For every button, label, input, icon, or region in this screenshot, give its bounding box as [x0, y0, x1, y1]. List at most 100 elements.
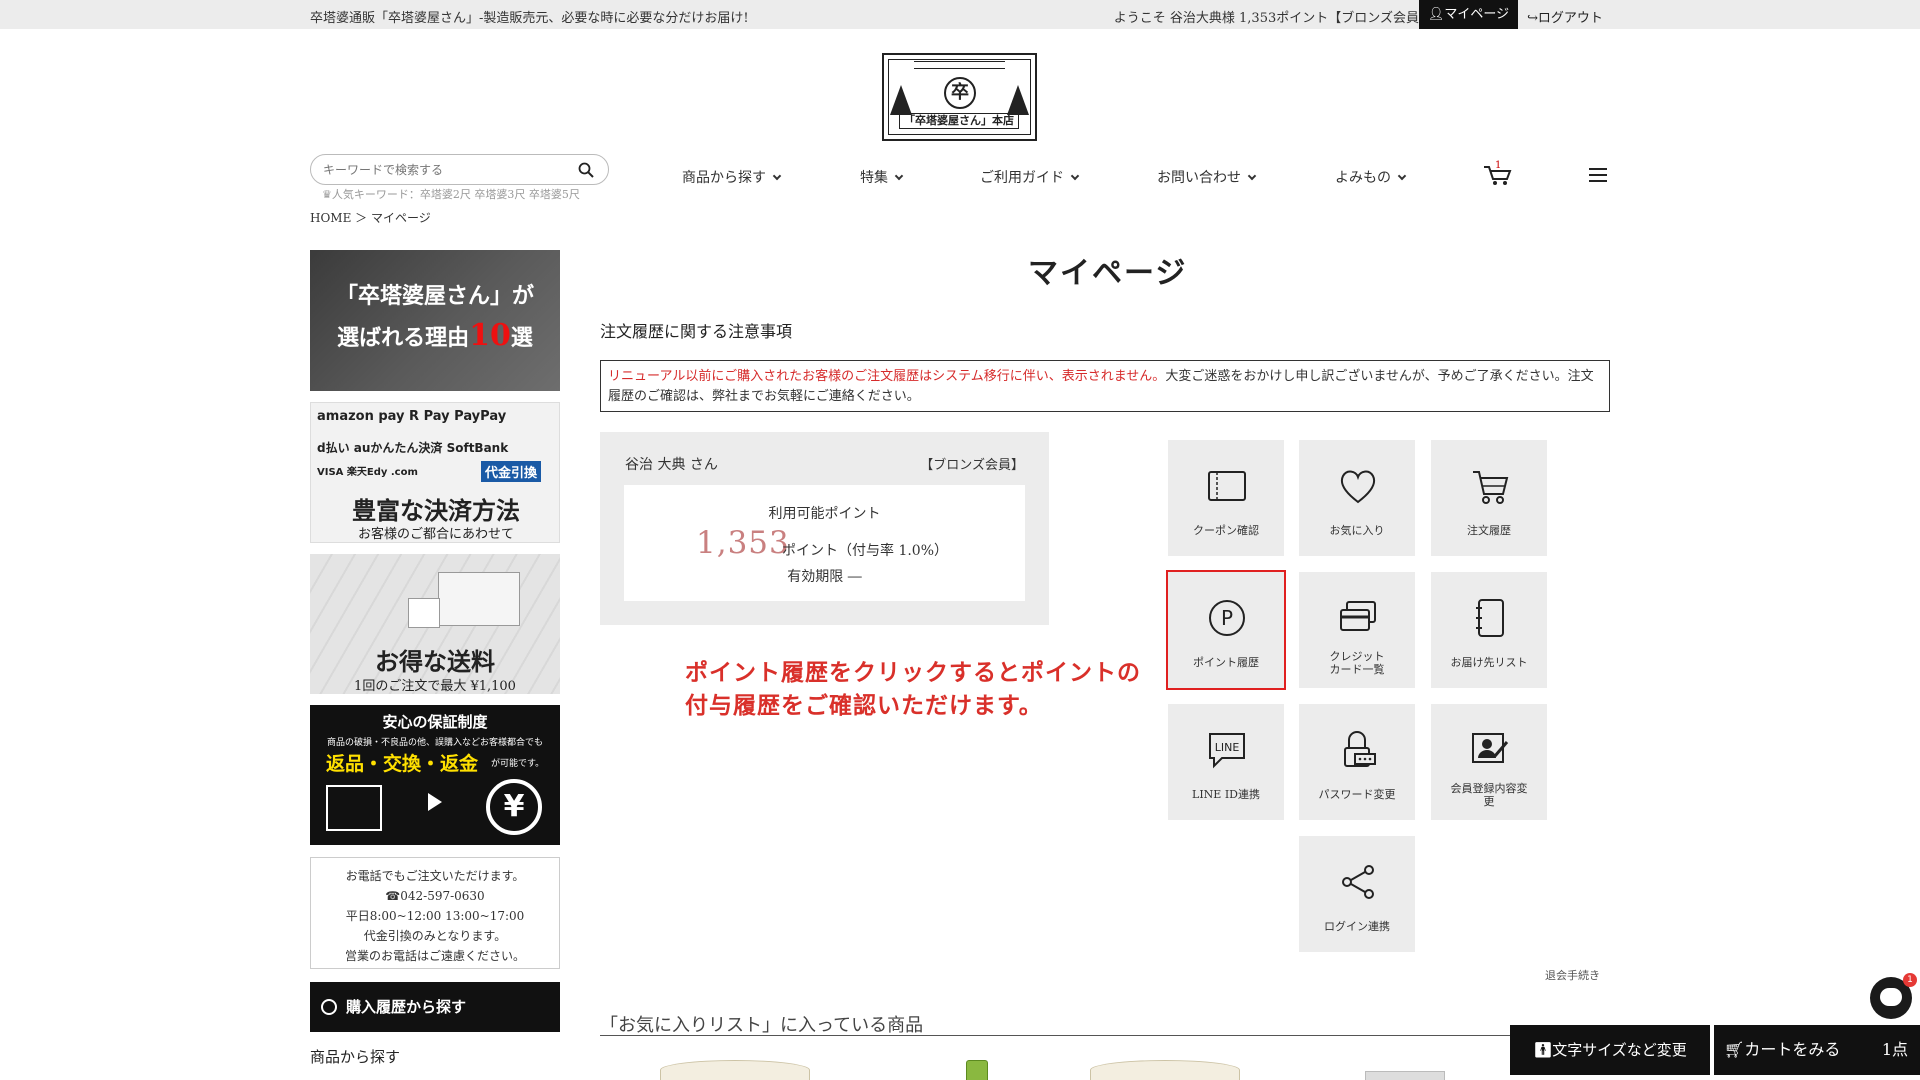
tile-address-list[interactable]: お届け先リスト — [1431, 572, 1547, 688]
address-book-icon — [1476, 599, 1504, 637]
menu-icon[interactable] — [1589, 168, 1607, 182]
tile-label-line: 更 — [1483, 795, 1495, 808]
logo-seal: 卒 — [944, 77, 976, 109]
nav-contact[interactable]: お問い合わせ — [1157, 167, 1257, 187]
guarantee-desc: 商品の破損・不良品の他、誤購入などお客様都合でも — [326, 738, 543, 748]
points-panel: 利用可能ポイント 1,353 ポイント（付与率 1.0%） 有効期限 ― — [624, 485, 1025, 601]
boxes-icon — [326, 785, 382, 831]
coupon-icon — [1208, 471, 1246, 501]
reasons-banner[interactable]: 「卒塔婆屋さん」が 選ばれる理由10選 — [310, 250, 560, 391]
share-icon — [1342, 865, 1374, 899]
phone-hours: 平日8:00~12:00 13:00~17:00 — [345, 909, 525, 923]
payment-methods-banner[interactable]: amazon pay R Pay PayPay d払い auかんたん決済 Sof… — [310, 402, 560, 543]
member-name: 谷治 大典 さん — [625, 457, 718, 473]
tile-credit-cards[interactable]: クレジット カード一覧 — [1299, 572, 1415, 688]
tile-password[interactable]: パスワード変更 — [1299, 704, 1415, 820]
logout-link[interactable]: ↪ログアウト — [1527, 7, 1603, 26]
cart-quantity: 1点 — [1881, 1040, 1908, 1059]
logout-label: ログアウト — [1537, 11, 1603, 26]
sidebar-category-heading: 商品から探す — [310, 1048, 401, 1066]
popular-keywords: ♛人気キーワード：卒塔婆2尺 卒塔婆3尺 卒塔婆5尺 — [322, 186, 580, 202]
tile-profile-edit[interactable]: 会員登録内容変更 — [1431, 704, 1547, 820]
guarantee-banner[interactable]: 安心の保証制度 商品の破損・不良品の他、誤購入などお客様都合でも 返品・交換・返… — [310, 705, 560, 845]
logo-decoration — [914, 61, 1005, 69]
guarantee-highlight: 返品・交換・返金 — [326, 753, 479, 775]
tile-order-history[interactable]: 注文履歴 — [1431, 440, 1547, 556]
tile-favorites[interactable]: お気に入り — [1299, 440, 1415, 556]
chevron-down-icon — [1247, 171, 1257, 181]
history-button-label: 購入履歴から探す — [346, 998, 467, 1016]
annotation-text: ポイント履歴をクリックするとポイントの 付与履歴をご確認いただけます。 — [685, 656, 1141, 722]
withdraw-link[interactable]: 退会手続き — [1545, 967, 1600, 983]
nav-reading[interactable]: よみもの — [1335, 167, 1407, 187]
nav-guide-label: ご利用ガイド — [980, 170, 1064, 186]
site-logo[interactable]: 卒 「卒塔婆屋さん」本店 — [882, 53, 1037, 141]
font-size-label: 文字サイズなど変更 — [1552, 1041, 1687, 1059]
nav-features[interactable]: 特集 — [860, 167, 904, 187]
payment-banner-title: 豊富な決済方法 — [352, 496, 520, 525]
search-input[interactable] — [323, 161, 563, 179]
payment-banner-sub: お客様のご都合にあわせて — [357, 527, 514, 542]
tile-login-link[interactable]: ログイン連携 — [1299, 836, 1415, 952]
shipping-banner[interactable]: お得な送料 1回のご注文で最大 ¥1,100 — [310, 554, 560, 694]
purchase-history-search-button[interactable]: 購入履歴から探す — [310, 982, 560, 1032]
chat-bubble-icon — [1880, 988, 1902, 1006]
site-tagline: 卒塔婆通販「卒塔婆屋さん」-製造販売元、必要な時に必要な分だけお届け! — [310, 11, 749, 26]
tile-point-history[interactable]: P ポイント履歴 — [1166, 570, 1286, 690]
nav-guide[interactable]: ご利用ガイド — [980, 167, 1080, 187]
point-icon: P — [1209, 600, 1245, 636]
tile-label: ポイント履歴 — [1193, 656, 1259, 669]
cart-count-badge: 1 — [1495, 160, 1502, 171]
notice-warning: リニューアル以前にご購入されたお客様のご注文履歴はシステム移行に伴い、表示されま… — [608, 369, 1166, 384]
tile-label: お気に入り — [1329, 524, 1385, 537]
nav-features-label: 特集 — [860, 170, 888, 186]
breadcrumb[interactable]: HOME ＞ マイページ — [310, 209, 431, 226]
phone-info-line: お電話でもご注文いただけます。 — [345, 869, 525, 883]
phone-info-line: 営業のお電話はご遠慮ください。 — [344, 949, 525, 963]
welcome-message: ようこそ 谷治大典様 1,353ポイント【ブロンズ会員】 — [1113, 11, 1432, 26]
nav-products-label: 商品から探す — [682, 170, 766, 186]
view-cart-label: カートをみる — [1744, 1040, 1841, 1059]
lock-icon — [1344, 731, 1376, 767]
cod-badge: 代金引換 — [481, 461, 542, 482]
product-thumbnail[interactable] — [966, 1060, 988, 1080]
cart-icon: 🛒︎ — [1724, 1040, 1745, 1059]
svg-text:LINE: LINE — [1215, 741, 1240, 754]
search-box — [310, 154, 609, 185]
payment-logos-row3: VISA 楽天Edy .com — [317, 467, 418, 478]
phone-number[interactable]: ☎︎042-597-0630 — [311, 886, 559, 906]
notice-box: リニューアル以前にご購入されたお客様のご注文履歴はシステム移行に伴い、表示されま… — [600, 360, 1610, 412]
annotation-line: ポイント履歴をクリックするとポイントの — [685, 659, 1141, 686]
nav-contact-label: お問い合わせ — [1157, 170, 1241, 186]
tile-label: LINE ID連携 — [1192, 788, 1260, 801]
product-thumbnail[interactable] — [1090, 1060, 1240, 1080]
tile-coupon[interactable]: クーポン確認 — [1168, 440, 1284, 556]
product-thumbnail[interactable] — [660, 1060, 810, 1080]
notice-title: 注文履歴に関する注意事項 — [600, 322, 793, 341]
reasons-number: 10 — [469, 318, 511, 353]
product-thumbnail[interactable] — [1365, 1071, 1445, 1080]
tile-label-line: クレジット — [1329, 650, 1385, 663]
mypage-button[interactable]: 👤︎マイページ — [1419, 0, 1518, 29]
points-value: 1,353 — [696, 525, 790, 561]
crown-icon: ♛ — [322, 188, 332, 201]
search-icon[interactable] — [578, 162, 594, 178]
view-cart-button[interactable]: 🛒︎カートをみる 1点 — [1714, 1025, 1920, 1075]
font-size-button[interactable]: 🚹︎文字サイズなど変更 — [1510, 1025, 1710, 1075]
payment-logos-row2: d払い auかんたん決済 SoftBank — [317, 441, 509, 455]
chevron-down-icon — [772, 171, 782, 181]
member-rank: 【ブロンズ会員】 — [920, 458, 1024, 473]
play-icon — [428, 793, 442, 811]
reasons-banner-line2: 選ばれる理由10選 — [310, 318, 560, 353]
divider — [600, 1035, 1610, 1036]
history-icon — [321, 999, 337, 1015]
chat-button[interactable]: 1 — [1870, 973, 1917, 1019]
line-icon: LINE — [1209, 733, 1245, 769]
phone-icon: ☎︎ — [385, 889, 401, 903]
chevron-down-icon — [894, 171, 904, 181]
logo-name: 「卒塔婆屋さん」本店 — [899, 113, 1019, 129]
tile-label: クレジット カード一覧 — [1303, 650, 1411, 676]
phone-order-info: お電話でもご注文いただけます。 ☎︎042-597-0630 平日8:00~12… — [310, 857, 560, 969]
tile-line-id[interactable]: LINE LINE ID連携 — [1168, 704, 1284, 820]
nav-products[interactable]: 商品から探す — [682, 167, 782, 187]
